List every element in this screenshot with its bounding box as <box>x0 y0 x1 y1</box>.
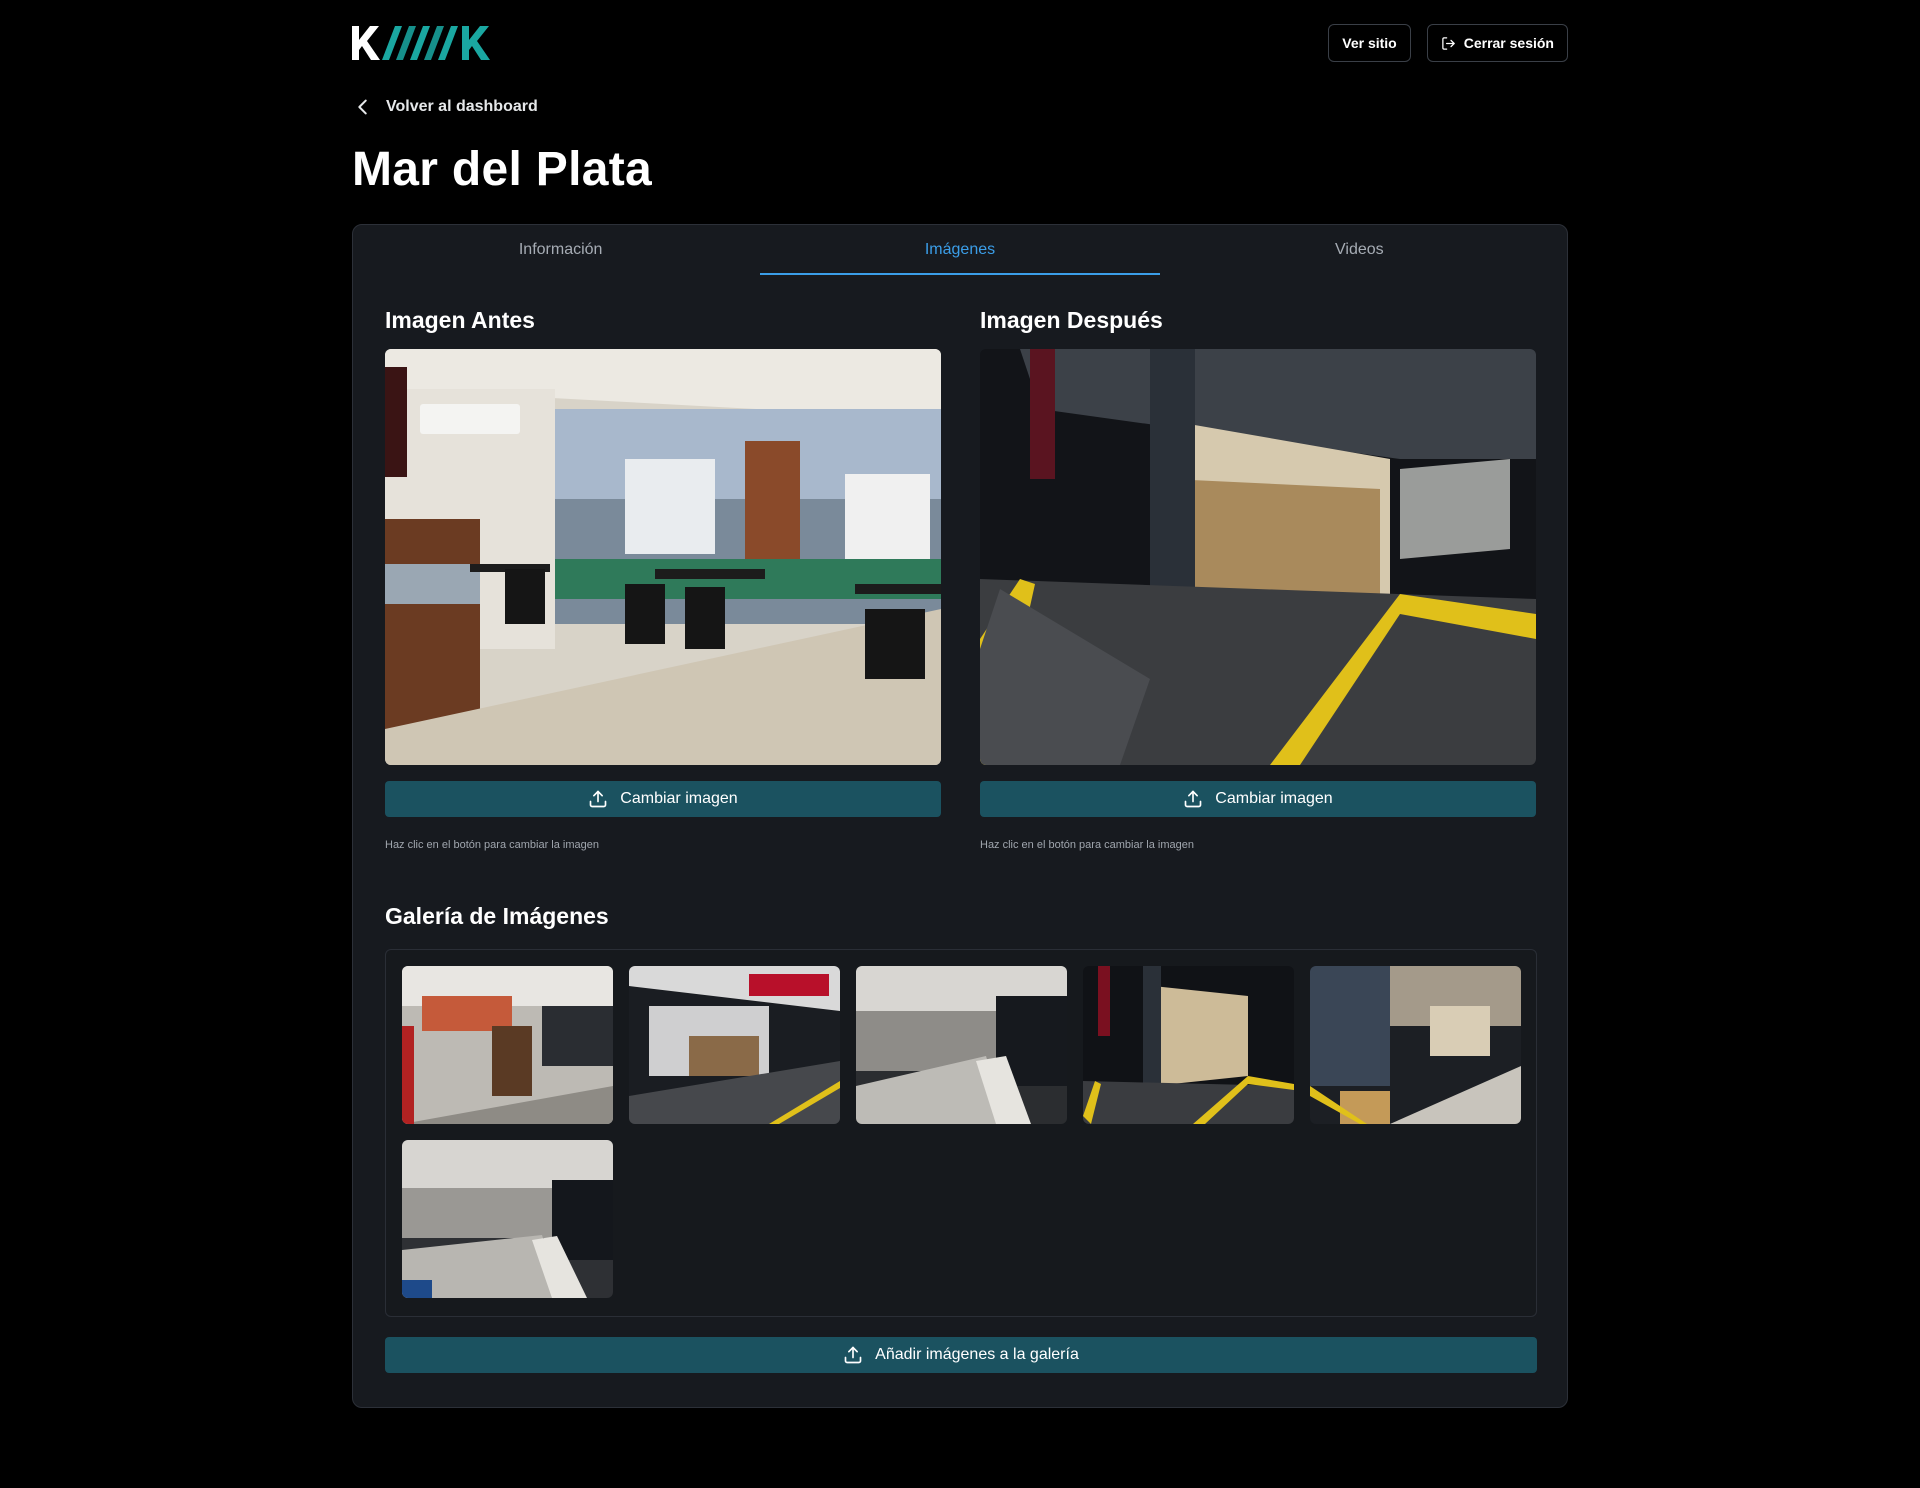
before-image-title: Imagen Antes <box>385 307 535 333</box>
after-image-hint: Haz clic en el botón para cambiar la ima… <box>980 839 1195 851</box>
images-card: Información Imágenes Videos Imagen Antes <box>352 224 1568 1408</box>
back-label: Volver al dashboard <box>386 98 538 115</box>
gallery-image-2[interactable] <box>629 966 840 1124</box>
gallery-image-3[interactable] <box>856 966 1067 1124</box>
logo-mark <box>352 26 490 60</box>
page-title: Mar del Plata <box>352 143 653 196</box>
change-after-image-button[interactable]: Cambiar imagen <box>980 781 1536 817</box>
before-image <box>385 349 941 765</box>
add-gallery-images-button[interactable]: Añadir imágenes a la galería <box>385 1337 1537 1373</box>
change-before-image-label: Cambiar imagen <box>620 790 738 807</box>
kamak-logo[interactable] <box>352 22 496 64</box>
chevron-left-icon <box>358 99 367 115</box>
upload-icon <box>589 790 607 808</box>
tab-videos[interactable]: Videos <box>1160 225 1559 275</box>
after-image-title: Imagen Después <box>980 307 1163 333</box>
gallery-image-4[interactable] <box>1083 966 1294 1124</box>
gallery-title: Galería de Imágenes <box>385 903 609 929</box>
view-site-label: Ver sitio <box>1342 35 1397 51</box>
change-before-image-button[interactable]: Cambiar imagen <box>385 781 941 817</box>
upload-icon <box>1184 790 1202 808</box>
logout-button[interactable]: Cerrar sesión <box>1426 24 1568 62</box>
logout-icon <box>1441 36 1455 50</box>
back-to-dashboard-link[interactable]: Volver al dashboard <box>352 96 538 118</box>
gallery-image-1[interactable] <box>402 966 613 1124</box>
image-gallery <box>385 949 1537 1317</box>
change-after-image-label: Cambiar imagen <box>1215 790 1333 807</box>
tab-bar: Información Imágenes Videos <box>353 225 1567 275</box>
upload-icon <box>844 1346 862 1364</box>
add-gallery-images-label: Añadir imágenes a la galería <box>875 1346 1079 1363</box>
tab-imagenes[interactable]: Imágenes <box>760 225 1160 275</box>
logout-label: Cerrar sesión <box>1463 35 1554 51</box>
view-site-button[interactable]: Ver sitio <box>1328 24 1411 62</box>
after-image <box>980 349 1536 765</box>
tab-informacion[interactable]: Información <box>361 225 760 275</box>
gallery-image-5[interactable] <box>1310 966 1521 1124</box>
before-image-hint: Haz clic en el botón para cambiar la ima… <box>385 839 600 851</box>
gallery-image-6[interactable] <box>402 1140 613 1298</box>
